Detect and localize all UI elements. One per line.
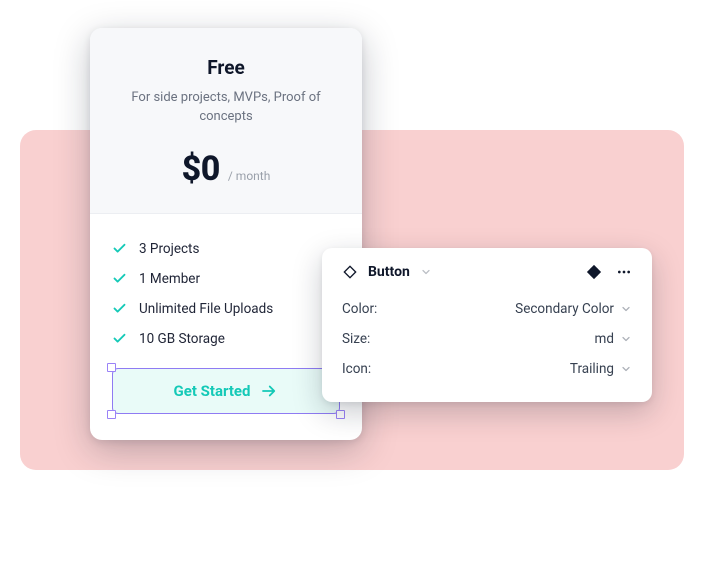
selection-handle[interactable] <box>336 410 345 419</box>
check-icon <box>112 241 127 256</box>
arrow-right-icon <box>260 382 278 400</box>
property-value-select[interactable]: Trailing <box>570 361 632 377</box>
check-icon <box>112 271 127 286</box>
chevron-down-icon <box>420 266 432 278</box>
price-row: $0 / month <box>114 149 338 189</box>
inspector-title-group[interactable]: Button <box>342 264 432 280</box>
component-icon <box>342 264 358 280</box>
plan-name: Free <box>114 56 338 79</box>
feature-row: 1 Member <box>112 264 340 294</box>
property-label: Size: <box>342 331 370 347</box>
selection-handle[interactable] <box>107 363 116 372</box>
feature-label: 10 GB Storage <box>139 331 225 347</box>
chevron-down-icon <box>620 333 632 345</box>
chevron-down-icon <box>620 363 632 375</box>
selection-handle[interactable] <box>107 410 116 419</box>
inspector-title: Button <box>368 264 410 280</box>
property-row[interactable]: Color: Secondary Color <box>342 294 632 324</box>
more-icon[interactable] <box>616 264 632 280</box>
inspector-header: Button <box>342 264 632 280</box>
feature-row: 3 Projects <box>112 234 340 264</box>
chevron-down-icon <box>620 303 632 315</box>
feature-label: Unlimited File Uploads <box>139 301 273 317</box>
property-value: md <box>595 331 614 347</box>
property-row[interactable]: Icon: Trailing <box>342 354 632 384</box>
property-value: Trailing <box>570 361 614 377</box>
check-icon <box>112 301 127 316</box>
plan-price: $0 <box>182 149 220 189</box>
feature-label: 1 Member <box>139 271 200 287</box>
get-started-button[interactable]: Get Started <box>112 368 340 414</box>
cta-label: Get Started <box>174 382 251 400</box>
inspector-panel: Button Color <box>322 248 652 402</box>
property-value-select[interactable]: Secondary Color <box>515 301 632 317</box>
variants-icon[interactable] <box>586 264 602 280</box>
cta-selection-frame[interactable]: Get Started <box>112 368 340 414</box>
check-icon <box>112 331 127 346</box>
plan-subtitle: For side projects, MVPs, Proof of concep… <box>126 89 326 127</box>
feature-row: 10 GB Storage <box>112 324 340 354</box>
property-label: Color: <box>342 301 377 317</box>
property-label: Icon: <box>342 361 371 377</box>
feature-row: Unlimited File Uploads <box>112 294 340 324</box>
pricing-card-header: Free For side projects, MVPs, Proof of c… <box>90 28 362 214</box>
plan-period: / month <box>228 169 270 183</box>
property-value-select[interactable]: md <box>595 331 632 347</box>
property-row[interactable]: Size: md <box>342 324 632 354</box>
property-value: Secondary Color <box>515 301 614 317</box>
feature-label: 3 Projects <box>139 241 199 257</box>
